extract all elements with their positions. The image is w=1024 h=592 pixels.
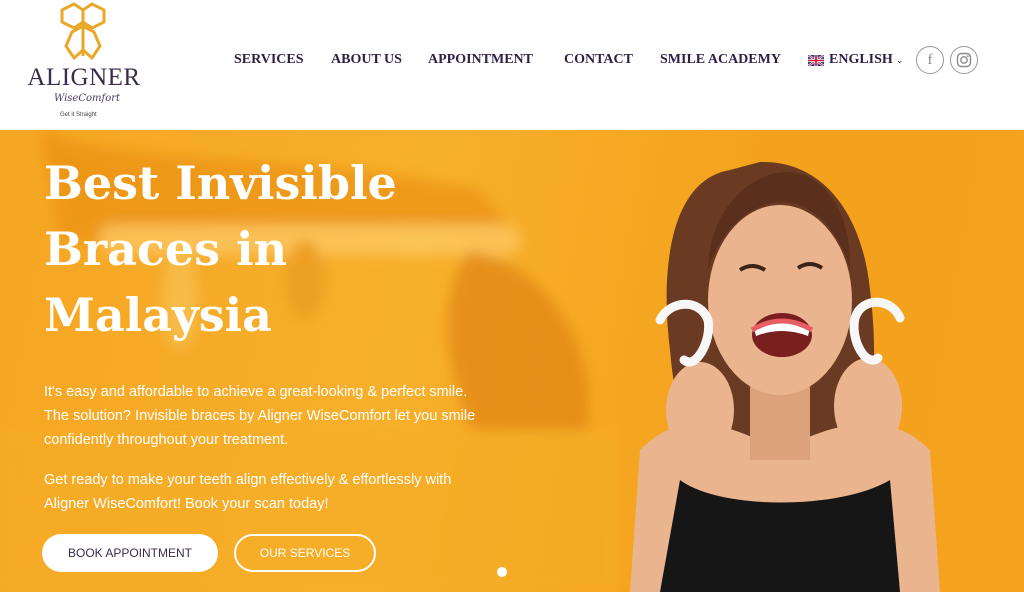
nav-item-contact[interactable]: CONTACT xyxy=(564,52,633,68)
hero-banner: Best Invisible Braces in Malaysia It's e… xyxy=(0,130,1024,592)
book-appointment-button[interactable]: BOOK APPOINTMENT xyxy=(42,534,218,572)
slider-dot[interactable] xyxy=(497,567,507,577)
chevron-down-icon: ⌄ xyxy=(895,54,904,65)
nav-item-services[interactable]: SERVICES xyxy=(234,52,304,68)
hero-description-2: Get ready to make your teeth align effec… xyxy=(44,472,452,512)
hero-title-line-2: Braces in xyxy=(44,222,288,276)
site-header: ALIGNER WiseComfort Get it Straight SERV… xyxy=(0,0,1024,130)
nav-item-about-us[interactable]: ABOUT US xyxy=(331,52,402,68)
nav-item-smile-academy[interactable]: SMILE ACADEMY xyxy=(660,52,781,68)
logo-brand-text: ALIGNER xyxy=(27,64,141,91)
nav-item-appointment[interactable]: APPOINTMENT xyxy=(428,52,533,68)
language-selector[interactable]: ENGLISH ⌄ xyxy=(808,52,903,68)
woman-holding-aligners-image xyxy=(630,161,940,592)
butterfly-logo-icon xyxy=(60,2,106,61)
facebook-icon[interactable]: f xyxy=(916,46,944,74)
our-services-button[interactable]: OUR SERVICES xyxy=(234,534,376,572)
hero-title-line-1: Best Invisible xyxy=(44,156,397,210)
hero-title-line-3: Malaysia xyxy=(44,288,272,342)
hero-title: Best Invisible Braces in Malaysia xyxy=(44,150,464,348)
language-label: ENGLISH xyxy=(829,52,893,67)
uk-flag-icon xyxy=(808,54,824,66)
site-logo[interactable]: ALIGNER WiseComfort Get it Straight xyxy=(24,2,142,124)
logo-script-text: WiseComfort xyxy=(54,93,121,104)
hero-description-1: It's easy and affordable to achieve a gr… xyxy=(44,384,476,448)
logo-tagline: Get it Straight xyxy=(60,112,97,118)
instagram-icon[interactable] xyxy=(950,46,978,74)
